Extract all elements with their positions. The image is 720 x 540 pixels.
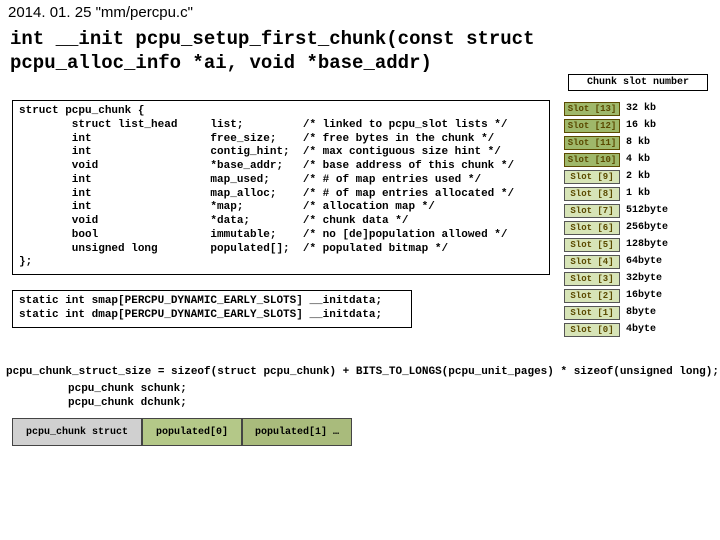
slot-badge: Slot [12] [564, 119, 620, 133]
slot-row: Slot [13] 32 kb [564, 100, 712, 117]
slot-size: 256byte [626, 222, 668, 233]
slot-row: Slot [3] 32byte [564, 270, 712, 287]
slot-badge: Slot [6] [564, 221, 620, 235]
slot-size: 128byte [626, 239, 668, 250]
slot-badge: Slot [1] [564, 306, 620, 320]
slot-size: 1 kb [626, 188, 650, 199]
slot-row: Slot [1] 8byte [564, 304, 712, 321]
chunk-declarations: pcpu_chunk schunk; pcpu_chunk dchunk; [68, 382, 187, 411]
slot-row: Slot [10] 4 kb [564, 151, 712, 168]
slot-badge: Slot [3] [564, 272, 620, 286]
slot-table: Slot [13] 32 kb Slot [12] 16 kb Slot [11] 8 k… [564, 100, 712, 338]
slot-row: Slot [8] 1 kb [564, 185, 712, 202]
slot-size: 4byte [626, 324, 656, 335]
slot-size: 16byte [626, 290, 662, 301]
slot-badge: Slot [2] [564, 289, 620, 303]
struct-layout-diagram: pcpu_chunk struct populated[0] populated… [12, 418, 352, 448]
diagram-cell-populated-0: populated[0] [142, 418, 242, 446]
diagram-cell-populated-1: populated[1] … [242, 418, 352, 446]
slot-size: 64byte [626, 256, 662, 267]
slot-size: 16 kb [626, 120, 656, 131]
slot-badge: Slot [13] [564, 102, 620, 116]
slot-table-caption: Chunk slot number [568, 74, 708, 91]
static-arrays-box: static int smap[PERCPU_DYNAMIC_EARLY_SLO… [12, 290, 412, 328]
slot-size: 512byte [626, 205, 668, 216]
slot-row: Slot [11] 8 kb [564, 134, 712, 151]
slot-row: Slot [6] 256byte [564, 219, 712, 236]
slot-badge: Slot [8] [564, 187, 620, 201]
slot-row: Slot [7] 512byte [564, 202, 712, 219]
slot-badge: Slot [0] [564, 323, 620, 337]
slot-size: 8byte [626, 307, 656, 318]
size-equation: pcpu_chunk_struct_size = sizeof(struct p… [6, 366, 719, 378]
slot-row: Slot [5] 128byte [564, 236, 712, 253]
slot-badge: Slot [11] [564, 136, 620, 150]
slot-size: 32byte [626, 273, 662, 284]
slot-size: 2 kb [626, 171, 650, 182]
slot-badge: Slot [7] [564, 204, 620, 218]
function-signature: int __init pcpu_setup_first_chunk(const … [10, 28, 570, 76]
slot-size: 32 kb [626, 103, 656, 114]
slide-header: 2014. 01. 25 "mm/percpu.c" [8, 4, 193, 21]
slot-badge: Slot [4] [564, 255, 620, 269]
slot-badge: Slot [9] [564, 170, 620, 184]
slot-row: Slot [0] 4byte [564, 321, 712, 338]
diagram-cell-struct: pcpu_chunk struct [12, 418, 142, 446]
slot-row: Slot [2] 16byte [564, 287, 712, 304]
slot-row: Slot [4] 64byte [564, 253, 712, 270]
struct-definition-box: struct pcpu_chunk { struct list_head lis… [12, 100, 550, 275]
slot-badge: Slot [5] [564, 238, 620, 252]
slot-row: Slot [12] 16 kb [564, 117, 712, 134]
slot-row: Slot [9] 2 kb [564, 168, 712, 185]
slot-size: 8 kb [626, 137, 650, 148]
slot-badge: Slot [10] [564, 153, 620, 167]
slot-size: 4 kb [626, 154, 650, 165]
